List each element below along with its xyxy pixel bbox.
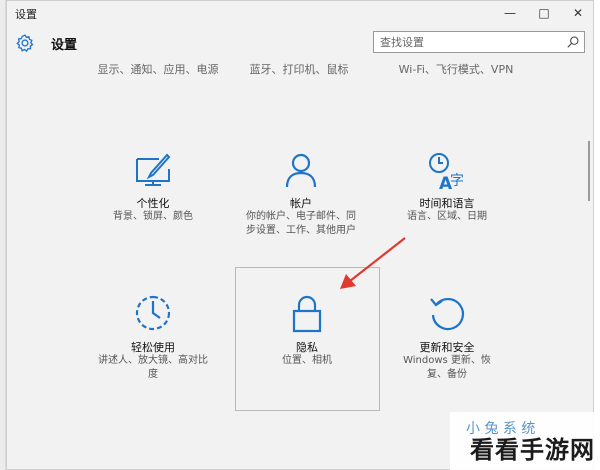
search-input[interactable] <box>374 32 562 52</box>
tile-time-language-name: 时间和语言 <box>419 197 475 210</box>
settings-header: 设置 <box>7 29 595 59</box>
tile-time-language[interactable]: A 字 时间和语言 语言、区域、日期 <box>377 149 517 259</box>
tile-ease-of-access-desc: 讲述人、放大镜、高对比度 <box>98 355 208 380</box>
gear-icon <box>16 34 34 53</box>
title-bar: 设置 — □ ✕ <box>7 1 595 25</box>
tile-privacy-desc: 位置、相机 <box>282 355 332 366</box>
devices-tile-desc[interactable]: 蓝牙、打印机、鼠标 <box>239 63 359 77</box>
tile-update-security-desc: Windows 更新、恢复、备份 <box>403 355 491 380</box>
network-tile-desc[interactable]: Wi-Fi、飞行模式、VPN <box>381 63 531 77</box>
page-title: 设置 <box>51 38 78 53</box>
settings-window: 设置 — □ ✕ 设置 显示、通知、应用、电源 蓝牙、打印机、鼠标 Wi-Fi、… <box>6 0 594 470</box>
scrollbar-thumb[interactable] <box>588 141 590 201</box>
tile-privacy-name: 隐私 <box>296 341 318 354</box>
tile-time-language-desc: 语言、区域、日期 <box>407 211 487 222</box>
tile-ease-of-access-name: 轻松使用 <box>131 341 175 354</box>
lock-icon <box>292 295 322 333</box>
ease-of-access-icon <box>135 295 171 331</box>
close-button[interactable]: ✕ <box>561 1 595 25</box>
tile-update-security-name: 更新和安全 <box>419 341 475 354</box>
update-icon <box>430 297 465 331</box>
tile-privacy[interactable]: 隐私 位置、相机 <box>237 293 377 393</box>
tile-accounts[interactable]: 帐户 你的帐户、电子邮件、同步设置、工作、其他用户 <box>231 149 371 259</box>
svg-text:字: 字 <box>450 173 464 189</box>
window-title: 设置 <box>15 8 37 21</box>
maximize-button[interactable]: □ <box>527 1 561 25</box>
search-icon[interactable] <box>566 35 580 49</box>
watermark-text: 看看手游网 <box>470 436 595 464</box>
tile-accounts-desc: 你的帐户、电子邮件、同步设置、工作、其他用户 <box>246 211 356 236</box>
tile-accounts-name: 帐户 <box>290 197 312 210</box>
tile-personalization-desc: 背景、锁屏、颜色 <box>113 211 193 222</box>
tile-update-security[interactable]: 更新和安全 Windows 更新、恢复、备份 <box>377 293 517 393</box>
tile-personalization-name: 个性化 <box>136 197 170 210</box>
minimize-button[interactable]: — <box>493 1 527 25</box>
search-box[interactable] <box>373 31 585 53</box>
system-tile-desc[interactable]: 显示、通知、应用、电源 <box>93 63 223 77</box>
time-language-icon: A 字 <box>429 153 464 191</box>
tile-ease-of-access[interactable]: 轻松使用 讲述人、放大镜、高对比度 <box>83 293 223 393</box>
scrollbar[interactable] <box>581 61 593 470</box>
personalization-icon <box>136 153 171 186</box>
tile-personalization[interactable]: 个性化 背景、锁屏、颜色 <box>83 149 223 259</box>
account-icon <box>285 153 317 188</box>
